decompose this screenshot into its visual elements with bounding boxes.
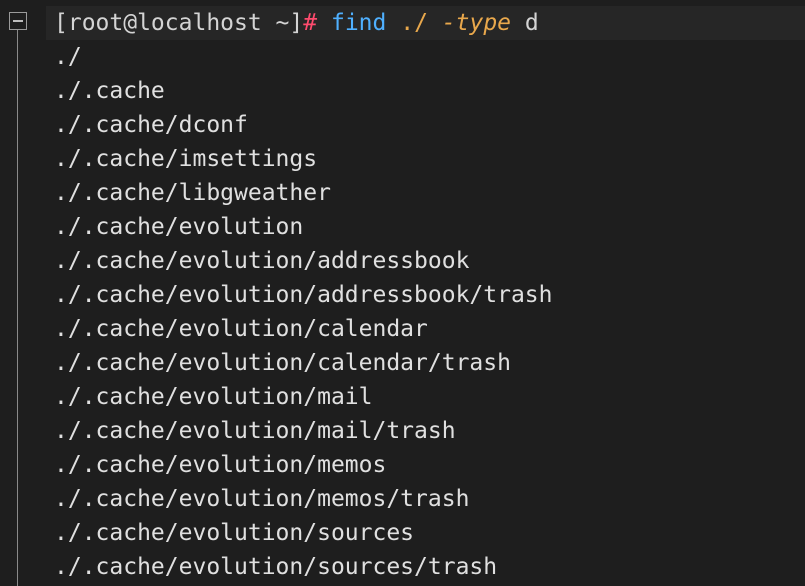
command-name: find bbox=[330, 10, 387, 36]
command-path-argument: ./ bbox=[400, 10, 428, 36]
command-flag-value: d bbox=[524, 10, 539, 36]
output-line: ./.cache/evolution/calendar/trash bbox=[54, 350, 511, 376]
output-line: ./.cache/evolution/calendar bbox=[54, 316, 428, 342]
command-flag: -type bbox=[441, 10, 512, 36]
output-line: ./.cache/evolution/memos bbox=[54, 452, 387, 478]
terminal-window[interactable]: [root@localhost ~]# find ./ -type d ./ .… bbox=[0, 0, 805, 586]
command-line: [root@localhost ~]# find ./ -type d bbox=[46, 6, 805, 40]
shell-prompt: [root@localhost ~] bbox=[54, 10, 304, 36]
output-line: ./.cache/evolution/sources bbox=[54, 520, 415, 546]
output-line: ./.cache/evolution/mail/trash bbox=[54, 418, 456, 444]
output-line: ./.cache/evolution/addressbook bbox=[54, 248, 470, 274]
prompt-symbol: # bbox=[303, 10, 318, 36]
output-line: ./.cache/evolution bbox=[54, 214, 304, 240]
output-line: ./.cache/evolution/memos/trash bbox=[54, 486, 470, 512]
terminal-content: [root@localhost ~]# find ./ -type d ./ .… bbox=[46, 6, 805, 584]
output-line: ./.cache/evolution/addressbook/trash bbox=[54, 282, 553, 308]
output-line: ./.cache/evolution/mail bbox=[54, 384, 373, 410]
output-line: ./.cache/dconf bbox=[54, 112, 248, 138]
output-line: ./.cache/libgweather bbox=[54, 180, 331, 206]
collapse-minus-icon[interactable] bbox=[9, 12, 27, 30]
fold-guide-line bbox=[17, 30, 18, 586]
editor-gutter bbox=[0, 0, 46, 586]
output-line: ./.cache/evolution/sources/trash bbox=[54, 554, 498, 580]
output-line: ./ bbox=[54, 44, 82, 70]
output-line: ./.cache/imsettings bbox=[54, 146, 318, 172]
output-line: ./.cache bbox=[54, 78, 165, 104]
